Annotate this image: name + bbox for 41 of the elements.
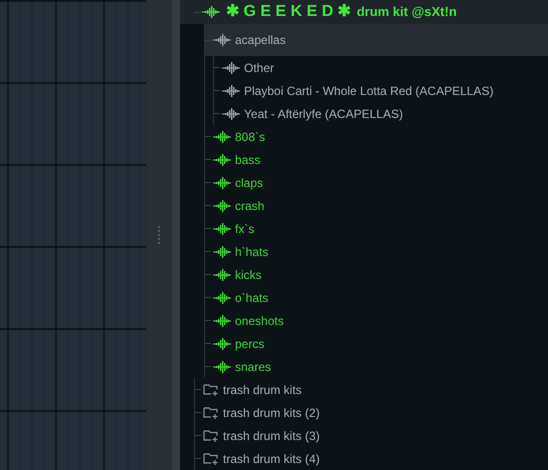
folder-icon xyxy=(203,452,219,465)
tree-item[interactable]: trash drum kits (3) xyxy=(201,426,328,444)
waveform-icon xyxy=(213,222,231,234)
tree-item[interactable]: trash drum kits (2) xyxy=(201,404,328,422)
scrollbar[interactable] xyxy=(172,0,180,470)
waveform-icon xyxy=(213,314,231,326)
waveform-icon xyxy=(222,108,240,120)
tree-item[interactable]: Yeat - Aftërlyfe (ACAPELLAS) xyxy=(220,104,411,122)
waveform-icon xyxy=(213,246,231,258)
tree-item[interactable]: trash drum kits xyxy=(201,380,310,398)
waveform-icon xyxy=(222,62,240,74)
waveform-icon xyxy=(213,34,231,46)
waveform-icon xyxy=(213,130,231,142)
tree-item[interactable]: percs xyxy=(211,334,272,352)
folder-icon xyxy=(203,383,219,396)
tree-item[interactable]: bass xyxy=(211,150,268,168)
waveform-icon xyxy=(213,338,231,350)
tree-item[interactable]: crash xyxy=(211,196,272,214)
tree-item[interactable]: h`hats xyxy=(211,242,276,260)
tree-item[interactable]: claps xyxy=(211,174,272,192)
waveform-icon xyxy=(213,268,231,280)
waveform-icon xyxy=(213,200,231,212)
folder-icon xyxy=(203,429,219,442)
waveform-icon xyxy=(222,84,240,96)
waveform-icon xyxy=(213,360,231,372)
waveform-icon xyxy=(213,176,231,188)
waveform-icon xyxy=(202,6,220,18)
waveform-icon xyxy=(213,154,231,166)
folder-icon xyxy=(203,406,219,419)
tree-item[interactable]: trash drum kits (4) xyxy=(201,450,328,468)
tree-item[interactable]: kicks xyxy=(211,266,270,284)
waveform-icon xyxy=(213,292,231,304)
tree-item[interactable]: 808`s xyxy=(211,128,274,146)
tree-item[interactable]: fx`s xyxy=(211,220,262,238)
tree-item[interactable]: acapellas xyxy=(211,31,294,49)
tree-item[interactable]: oneshots xyxy=(211,312,292,330)
tree-item[interactable]: Playboi Carti - Whole Lotta Red (ACAPELLAS) xyxy=(220,82,502,100)
tree-item[interactable]: snares xyxy=(211,358,280,376)
tree-item[interactable]: o`hats xyxy=(211,288,276,306)
splitter[interactable] xyxy=(146,0,172,470)
tree-item[interactable]: Other xyxy=(220,58,282,76)
